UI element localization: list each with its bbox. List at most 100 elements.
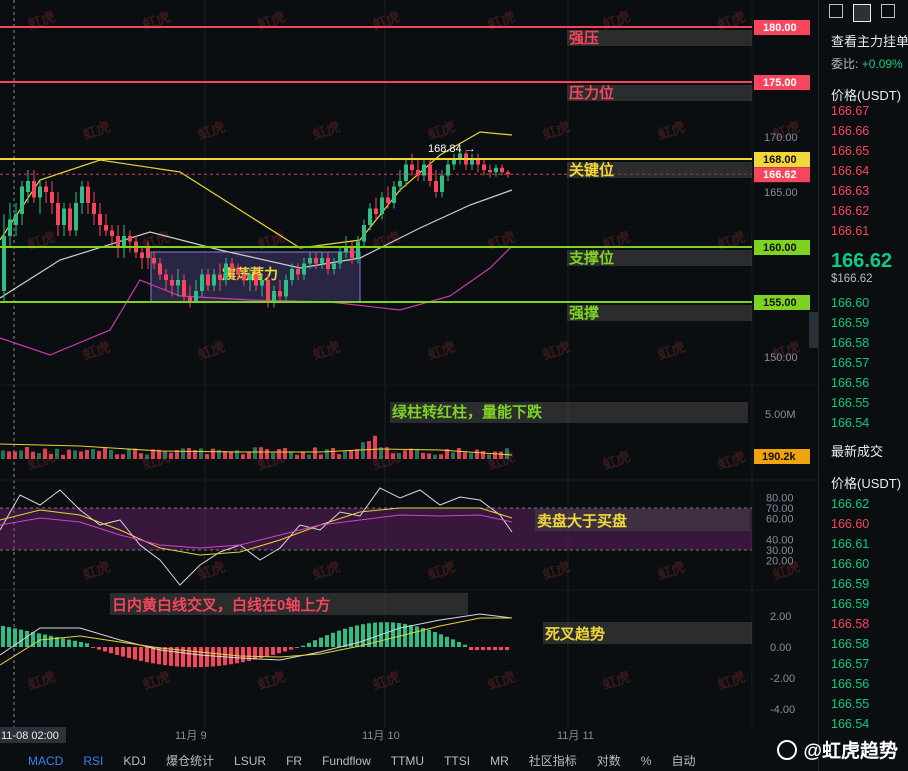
candle-body xyxy=(272,291,276,302)
volume-bar xyxy=(457,448,461,459)
indicator-tab[interactable]: % xyxy=(631,752,662,771)
candle-body xyxy=(194,291,198,302)
volume-bar xyxy=(115,454,119,459)
volume-bar xyxy=(1,450,5,459)
candle-body xyxy=(140,252,144,258)
candle-body xyxy=(116,236,120,247)
panel-toggle-icons[interactable] xyxy=(829,4,895,22)
latest-trades-title[interactable]: 最新成交 xyxy=(831,441,883,460)
time-axis-label: 11月 9 xyxy=(175,730,207,742)
volume-bar xyxy=(103,447,107,459)
macd-bar xyxy=(79,642,83,647)
orders-icon[interactable] xyxy=(881,4,895,18)
candle-body xyxy=(104,225,108,231)
candle-body xyxy=(152,258,156,264)
candle-body xyxy=(26,181,30,192)
candle-body xyxy=(356,241,360,258)
candle-body xyxy=(266,280,270,302)
volume-bar xyxy=(391,453,395,459)
indicator-tab[interactable]: RSI xyxy=(73,752,113,771)
ask-price: 166.65 xyxy=(831,144,870,158)
candle-body xyxy=(386,197,390,203)
list-icon[interactable] xyxy=(829,4,843,18)
macd-bar xyxy=(319,637,323,647)
volume-bar xyxy=(37,453,41,459)
macd-bar xyxy=(463,644,467,647)
volume-bar xyxy=(283,448,287,459)
indicator-tab[interactable]: MACD xyxy=(0,752,73,771)
ask-price: 166.64 xyxy=(831,164,870,178)
macd-bar xyxy=(331,632,335,647)
panel-resize-handle[interactable] xyxy=(809,312,818,348)
candle-body xyxy=(14,214,18,225)
candle-body xyxy=(158,263,162,275)
volume-bar xyxy=(13,451,17,459)
macd-bar xyxy=(61,638,65,647)
rsi-note: 卖盘大于买盘 xyxy=(537,512,627,530)
macd-bar xyxy=(307,642,311,647)
indicator-tab[interactable]: TTSI xyxy=(434,752,480,771)
candle-body xyxy=(98,214,102,225)
volume-bar xyxy=(349,450,353,459)
volume-bar xyxy=(247,451,251,459)
volume-bar xyxy=(31,451,35,459)
indicator-tab[interactable]: Fundflow xyxy=(312,752,381,771)
macd-bar xyxy=(451,639,455,647)
candle-body xyxy=(404,164,408,181)
macd-bar xyxy=(91,647,95,648)
volume-bar xyxy=(421,452,425,459)
macd-bar xyxy=(109,647,113,654)
time-axis-label: 11月 10 xyxy=(362,730,400,742)
candle-body xyxy=(44,186,48,192)
candle-body xyxy=(230,263,234,269)
candle-body xyxy=(290,269,294,280)
indicator-tab[interactable]: 社区指标 xyxy=(519,752,587,771)
volume-bar xyxy=(319,454,323,459)
volume-bar xyxy=(229,451,233,459)
indicator-tab[interactable]: 对数 xyxy=(587,752,631,771)
indicator-tab[interactable]: MR xyxy=(480,752,519,771)
price-axis-tick: 170.00 xyxy=(764,132,798,144)
indicator-tab[interactable]: 自动 xyxy=(661,752,705,771)
macd-bar xyxy=(145,647,149,663)
volume-bar xyxy=(493,451,497,459)
volume-bar xyxy=(463,452,467,459)
candle-body xyxy=(392,186,396,203)
volume-bar xyxy=(49,454,53,459)
candle-body xyxy=(38,186,42,198)
brand-logo-icon xyxy=(777,739,798,760)
volume-bar xyxy=(451,452,455,459)
indicator-tab[interactable]: LSUR xyxy=(224,752,276,771)
candle-body xyxy=(398,181,402,187)
layout-icon[interactable] xyxy=(853,4,871,22)
macd-bar xyxy=(439,634,443,647)
macd-bar xyxy=(325,635,329,647)
candle-body xyxy=(326,258,330,269)
macd-bar xyxy=(223,647,227,666)
volume-bar xyxy=(325,449,329,459)
indicator-tab[interactable]: KDJ xyxy=(113,752,156,771)
price-chart[interactable]: 虹虎 虹虎 虹虎 虹虎 虹虎 虹虎 虹虎虹虎 虹虎 虹虎 虹虎 虹虎 虹虎 虹虎虹虎 虹虎 虹虎 虹虎 虹虎 虹虎… xyxy=(0,0,818,752)
bid-price: 166.59 xyxy=(831,316,870,330)
volume-bar xyxy=(415,448,419,459)
bid-price: 166.57 xyxy=(831,356,870,370)
bid-price: 166.56 xyxy=(831,376,870,390)
last-price-usd: $166.62 xyxy=(831,273,873,285)
candle-body xyxy=(350,247,354,258)
trade-price: 166.59 xyxy=(831,597,870,611)
volume-bar xyxy=(439,454,443,459)
macd-bar xyxy=(337,630,341,647)
macd-bar xyxy=(427,629,431,647)
volume-bar xyxy=(79,451,83,459)
macd-bar xyxy=(289,647,293,650)
indicator-tab[interactable]: FR xyxy=(276,752,312,771)
indicator-tab[interactable]: TTMU xyxy=(381,752,434,771)
macd-bar xyxy=(211,647,215,667)
candle-body xyxy=(302,263,306,275)
indicator-tab[interactable]: 爆仓统计 xyxy=(156,752,224,771)
volume-bar xyxy=(133,448,137,459)
volume-bar xyxy=(337,454,341,459)
trade-price: 166.59 xyxy=(831,577,870,591)
macd-bar xyxy=(433,632,437,647)
view-main-orders[interactable]: 查看主力挂单 xyxy=(831,31,908,50)
